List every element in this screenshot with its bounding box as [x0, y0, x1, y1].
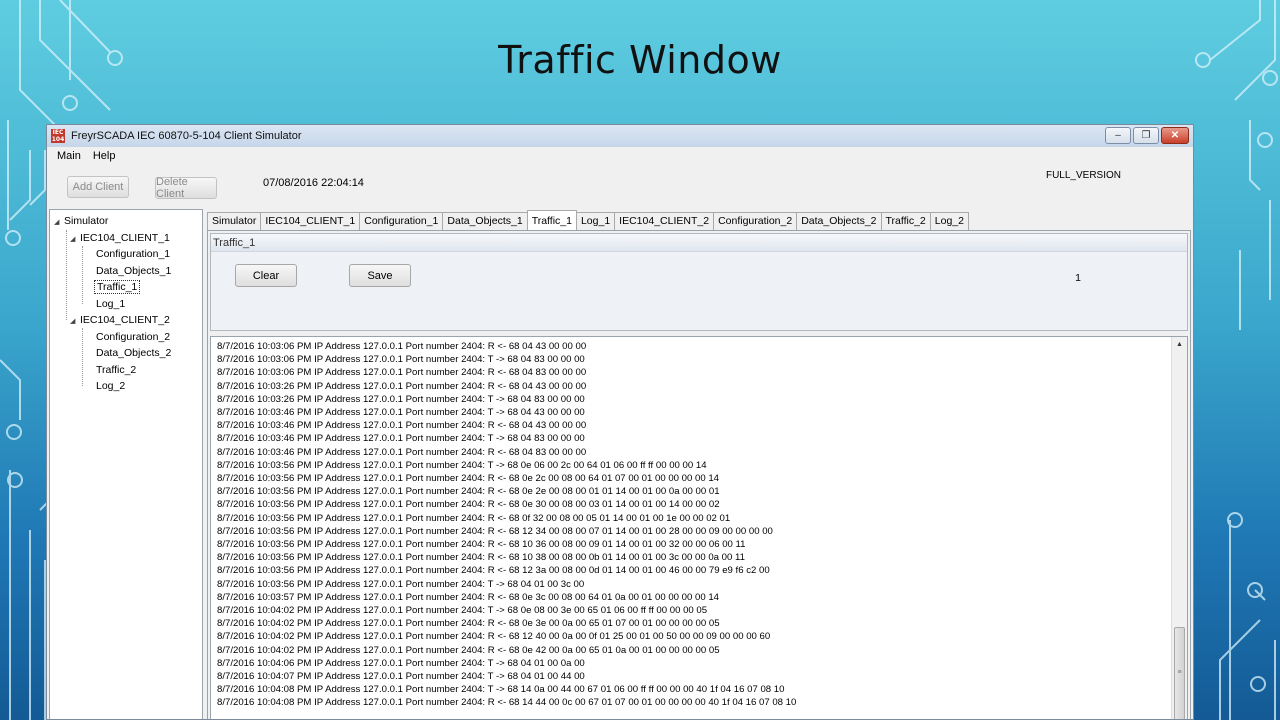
- log-line: 8/7/2016 10:03:56 PM IP Address 127.0.0.…: [217, 499, 720, 511]
- log-line: 8/7/2016 10:03:06 PM IP Address 127.0.0.…: [217, 367, 587, 379]
- log-line: 8/7/2016 10:03:46 PM IP Address 127.0.0.…: [217, 433, 585, 445]
- log-line: 8/7/2016 10:03:46 PM IP Address 127.0.0.…: [217, 407, 585, 419]
- menu-help[interactable]: Help: [87, 150, 122, 162]
- tab-log-2[interactable]: Log_2: [929, 212, 969, 231]
- log-line: 8/7/2016 10:03:56 PM IP Address 127.0.0.…: [217, 512, 731, 524]
- tree-node-client-1[interactable]: ◢ IEC104_CLIENT_1: [50, 230, 202, 247]
- traffic-counter: 1: [1075, 272, 1081, 284]
- window-controls: – ❐ ✕: [1105, 127, 1189, 144]
- menu-bar: Main Help: [47, 147, 1193, 165]
- traffic-log-lines: 8/7/2016 10:03:06 PM IP Address 127.0.0.…: [211, 337, 1187, 710]
- tab-traffic-2[interactable]: Traffic_2: [880, 212, 931, 231]
- log-line: 8/7/2016 10:03:56 PM IP Address 127.0.0.…: [217, 565, 770, 577]
- log-line: 8/7/2016 10:03:56 PM IP Address 127.0.0.…: [217, 539, 746, 551]
- client-tree: ◢ Simulator ◢ IEC104_CLIENT_1 Configuratio…: [49, 209, 203, 719]
- tree-node-log-2[interactable]: Log_2: [50, 378, 202, 395]
- log-line: 8/7/2016 10:03:57 PM IP Address 127.0.0.…: [217, 591, 720, 603]
- log-line: 8/7/2016 10:03:06 PM IP Address 127.0.0.…: [217, 341, 587, 352]
- tree-node-data-objects-2[interactable]: Data_Objects_2: [50, 345, 202, 362]
- tab-strip: Simulator IEC104_CLIENT_1 Configuration_…: [207, 210, 969, 231]
- log-line: 8/7/2016 10:03:46 PM IP Address 127.0.0.…: [217, 420, 587, 432]
- tab-traffic-1[interactable]: Traffic_1: [526, 210, 577, 231]
- slide-title: Traffic Window: [498, 38, 782, 82]
- tab-simulator[interactable]: Simulator: [207, 212, 262, 231]
- scroll-up-icon[interactable]: ▲: [1172, 337, 1187, 353]
- app-window: IEC 104 FreyrSCADA IEC 60870-5-104 Clien…: [46, 124, 1194, 720]
- tree-node-traffic-2[interactable]: Traffic_2: [50, 362, 202, 379]
- log-line: 8/7/2016 10:04:07 PM IP Address 127.0.0.…: [217, 671, 585, 683]
- scroll-grip-icon[interactable]: ≡: [1174, 627, 1185, 719]
- tree-node-simulator[interactable]: ◢ Simulator: [50, 213, 202, 230]
- tree-node-configuration-2[interactable]: Configuration_2: [50, 329, 202, 346]
- log-line: 8/7/2016 10:03:26 PM IP Address 127.0.0.…: [217, 380, 587, 392]
- log-line: 8/7/2016 10:03:56 PM IP Address 127.0.0.…: [217, 473, 720, 485]
- tab-iec104-client-2[interactable]: IEC104_CLIENT_2: [614, 212, 715, 231]
- log-line: 8/7/2016 10:03:56 PM IP Address 127.0.0.…: [217, 459, 707, 471]
- tab-configuration-1[interactable]: Configuration_1: [359, 212, 444, 231]
- log-line: 8/7/2016 10:03:26 PM IP Address 127.0.0.…: [217, 393, 585, 405]
- window-title: FreyrSCADA IEC 60870-5-104 Client Simula…: [71, 130, 302, 142]
- maximize-icon[interactable]: ❐: [1133, 127, 1159, 144]
- log-line: 8/7/2016 10:03:56 PM IP Address 127.0.0.…: [217, 578, 585, 590]
- tree-node-configuration-1[interactable]: Configuration_1: [50, 246, 202, 263]
- app-icon: IEC 104: [51, 129, 65, 143]
- log-line: 8/7/2016 10:03:06 PM IP Address 127.0.0.…: [217, 354, 585, 366]
- tab-iec104-client-1[interactable]: IEC104_CLIENT_1: [260, 212, 361, 231]
- log-line: 8/7/2016 10:03:56 PM IP Address 127.0.0.…: [217, 525, 773, 537]
- log-line: 8/7/2016 10:04:06 PM IP Address 127.0.0.…: [217, 657, 585, 669]
- tab-log-1[interactable]: Log_1: [575, 212, 616, 231]
- save-button[interactable]: Save: [349, 264, 411, 287]
- log-line: 8/7/2016 10:03:46 PM IP Address 127.0.0.…: [217, 446, 587, 458]
- delete-client-button[interactable]: Delete Client: [155, 176, 217, 200]
- log-line: 8/7/2016 10:03:56 PM IP Address 127.0.0.…: [217, 552, 745, 564]
- log-line: 8/7/2016 10:04:02 PM IP Address 127.0.0.…: [217, 605, 708, 617]
- clear-button[interactable]: Clear: [235, 264, 297, 287]
- log-line: 8/7/2016 10:04:02 PM IP Address 127.0.0.…: [217, 618, 720, 630]
- log-line: 8/7/2016 10:04:02 PM IP Address 127.0.0.…: [217, 631, 771, 643]
- log-line: 8/7/2016 10:04:08 PM IP Address 127.0.0.…: [217, 684, 785, 696]
- menu-main[interactable]: Main: [51, 150, 87, 162]
- tree-node-traffic-1[interactable]: Traffic_1: [50, 279, 202, 296]
- traffic-group: Traffic_1 Clear Save 1: [210, 233, 1188, 331]
- tree-node-log-1[interactable]: Log_1: [50, 296, 202, 313]
- version-label: FULL_VERSION: [1045, 170, 1121, 181]
- tree-node-client-2[interactable]: ◢ IEC104_CLIENT_2: [50, 312, 202, 329]
- window-titlebar[interactable]: IEC 104 FreyrSCADA IEC 60870-5-104 Clien…: [47, 125, 1193, 147]
- traffic-tab-panel: Traffic_1 Clear Save 1 8/7/2016 10:03:06…: [207, 230, 1191, 719]
- close-icon[interactable]: ✕: [1161, 127, 1189, 144]
- log-scrollbar[interactable]: ▲ ≡: [1171, 337, 1187, 719]
- timestamp: 07/08/2016 22:04:14: [263, 177, 364, 189]
- add-client-button[interactable]: Add Client: [67, 176, 129, 198]
- log-line: 8/7/2016 10:04:02 PM IP Address 127.0.0.…: [217, 644, 720, 656]
- traffic-group-title: Traffic_1: [211, 234, 1187, 252]
- tree-node-data-objects-1[interactable]: Data_Objects_1: [50, 263, 202, 280]
- log-line: 8/7/2016 10:03:56 PM IP Address 127.0.0.…: [217, 486, 720, 498]
- tab-data-objects-1[interactable]: Data_Objects_1: [442, 212, 528, 231]
- traffic-log[interactable]: 8/7/2016 10:03:06 PM IP Address 127.0.0.…: [210, 336, 1188, 719]
- tab-data-objects-2[interactable]: Data_Objects_2: [796, 212, 882, 231]
- log-line: 8/7/2016 10:04:08 PM IP Address 127.0.0.…: [217, 697, 797, 709]
- minimize-icon[interactable]: –: [1105, 127, 1131, 144]
- toolbar: Add Client Delete Client 07/08/2016 22:0…: [47, 165, 1193, 207]
- tab-configuration-2[interactable]: Configuration_2: [713, 212, 798, 231]
